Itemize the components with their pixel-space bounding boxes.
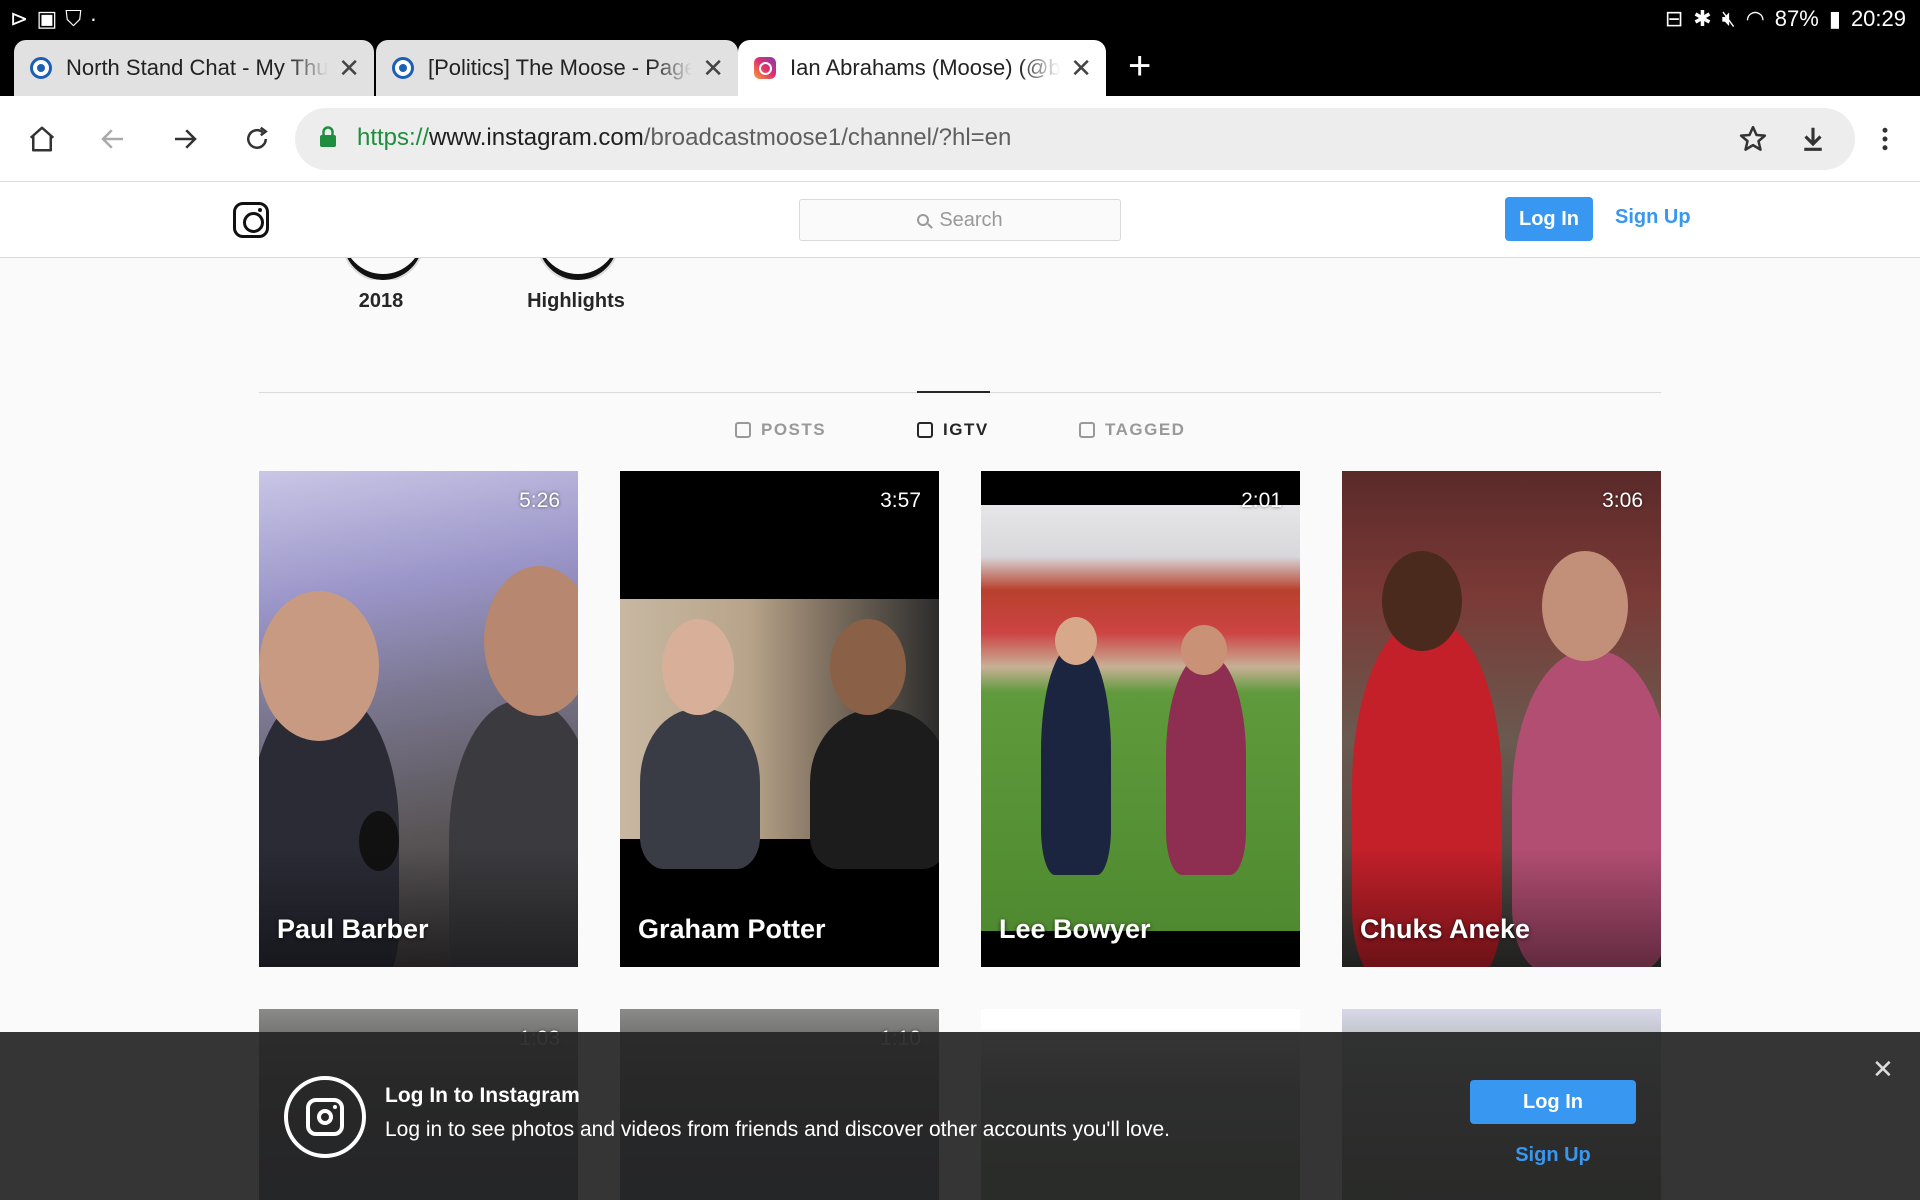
igtv-icon (917, 422, 933, 438)
secure-lock-icon (320, 126, 336, 147)
flipboard-icon: ▣ (36, 6, 58, 31)
play-store-icon: ⊳ (10, 6, 29, 31)
close-icon[interactable]: ✕ (1872, 1054, 1894, 1085)
close-icon[interactable]: ✕ (702, 53, 724, 84)
video-title: Lee Bowyer (999, 914, 1151, 944)
back-icon[interactable] (90, 116, 136, 162)
tab-tagged[interactable]: TAGGED (1079, 420, 1185, 440)
close-icon[interactable]: ✕ (1070, 53, 1092, 84)
shield-icon: ⛉ (65, 6, 82, 31)
address-bar[interactable]: https://www.instagram.com/broadcastmoose… (295, 108, 1855, 170)
banner-signup-link[interactable]: Sign Up (1470, 1144, 1636, 1167)
dot-icon: · (89, 6, 98, 31)
search-placeholder: Search (939, 208, 1003, 231)
instagram-logo-icon (284, 1076, 366, 1158)
highlight-thumbnail (341, 258, 421, 280)
video-title: Graham Potter (638, 914, 826, 944)
video-duration: 3:06 (1602, 489, 1643, 512)
bluetooth-icon: ✱ (1693, 6, 1712, 31)
close-icon[interactable]: ✕ (338, 53, 360, 84)
banner-login-button[interactable]: Log In (1470, 1080, 1636, 1124)
browser-toolbar: https://www.instagram.com/broadcastmoose… (0, 96, 1920, 182)
video-title: Chuks Aneke (1360, 914, 1531, 944)
browser-tab-strip: North Stand Chat - My Thumb ✕ [Politics]… (0, 38, 1920, 96)
menu-icon[interactable] (1862, 116, 1908, 162)
instagram-header: Search Log In Sign Up (0, 182, 1920, 258)
video-thumbnail (981, 505, 1300, 931)
clock: 20:29 (1850, 6, 1906, 31)
video-thumbnail (620, 599, 939, 869)
tab-title: North Stand Chat - My Thumb (66, 55, 329, 80)
search-icon (917, 214, 930, 226)
instagram-favicon-icon (754, 57, 776, 79)
tab-posts[interactable]: POSTS (735, 420, 826, 440)
search-input[interactable]: Search (799, 199, 1121, 241)
browser-tab-1[interactable]: North Stand Chat - My Thumb ✕ (14, 40, 374, 96)
wifi-icon: ◠ (1745, 6, 1765, 31)
banner-title: Log In to Instagram (385, 1084, 580, 1107)
mute-icon: 🔇︎ (1721, 6, 1736, 31)
signup-link[interactable]: Sign Up (1615, 206, 1691, 229)
highlight-thumbnail (536, 258, 616, 280)
tagged-icon (1079, 422, 1095, 438)
igtv-video-tile[interactable]: 2:01 Lee Bowyer (981, 471, 1300, 967)
active-tab-indicator (917, 391, 990, 393)
banner-text: Log in to see photos and videos from fri… (385, 1118, 1170, 1141)
browser-tab-2[interactable]: [Politics] The Moose - Page 3 ✕ (376, 40, 738, 96)
grid-icon (735, 422, 751, 438)
url-text: https://www.instagram.com/broadcastmoose… (357, 124, 1012, 151)
notification-icons: ⊳ ▣ ⛉ · (10, 7, 97, 31)
bhafc-crest-icon (30, 57, 52, 79)
login-button[interactable]: Log In (1505, 197, 1593, 241)
status-bar: ⊳ ▣ ⛉ · ⊟ ✱ 🔇︎ ◠ 87% ▮ 20:29 (0, 0, 1920, 38)
bhafc-crest-icon (392, 57, 414, 79)
igtv-video-tile[interactable]: 3:57 Graham Potter (620, 471, 939, 967)
download-icon[interactable] (1790, 116, 1836, 162)
new-tab-icon[interactable]: + (1128, 44, 1151, 89)
login-banner: Log In to Instagram Log in to see photos… (0, 1032, 1920, 1200)
instagram-logo-icon[interactable] (233, 202, 269, 238)
bookmark-star-icon[interactable] (1730, 116, 1776, 162)
tab-title: Ian Abrahams (Moose) (@broadcastmoose1) (790, 55, 1061, 80)
tab-title: [Politics] The Moose - Page 3 (428, 55, 693, 80)
highlight-label: 2018 (358, 290, 404, 312)
forward-icon[interactable] (162, 116, 208, 162)
tab-igtv[interactable]: IGTV (917, 420, 989, 440)
highlight-2018[interactable]: 2018 (321, 258, 441, 313)
lock-icon: ⊟ (1664, 6, 1684, 31)
reload-icon[interactable] (234, 116, 280, 162)
video-duration: 5:26 (519, 489, 560, 512)
igtv-video-tile[interactable]: 5:26 Paul Barber (259, 471, 578, 967)
system-indicators: ⊟ ✱ 🔇︎ ◠ 87% ▮ 20:29 (1665, 6, 1906, 32)
video-duration: 2:01 (1241, 489, 1282, 512)
battery-percent: 87% (1774, 6, 1819, 31)
video-title: Paul Barber (277, 914, 429, 944)
highlight-highlights[interactable]: Highlights (516, 258, 636, 313)
video-duration: 3:57 (880, 489, 921, 512)
battery-icon: ▮ (1828, 6, 1841, 31)
igtv-video-tile[interactable]: 3:06 Chuks Aneke (1342, 471, 1661, 967)
highlight-label: Highlights (527, 290, 625, 312)
home-icon[interactable] (19, 116, 65, 162)
browser-tab-3[interactable]: Ian Abrahams (Moose) (@broadcastmoose1) … (738, 40, 1106, 96)
